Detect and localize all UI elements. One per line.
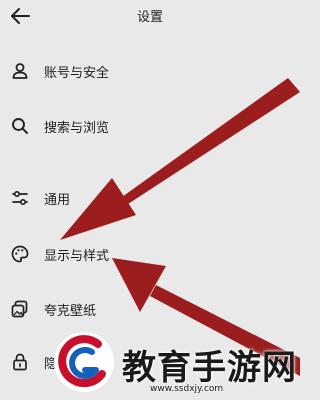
palette-icon: [11, 245, 29, 263]
person-icon: [12, 63, 28, 79]
page-title: 设置: [136, 10, 163, 25]
menu-item-account-security[interactable]: 账号与安全: [0, 53, 300, 89]
menu-item-general[interactable]: 通用: [0, 180, 300, 216]
menu-label-general: 通用: [44, 193, 71, 208]
header-bar: 设置: [0, 0, 300, 34]
watermark-site-url: www.ssdxjy.com: [150, 384, 224, 394]
settings-screen: 设置 账号与安全 搜索与浏览 通用 显示与样式 夸克壁纸 隐 教育手游网 www…: [0, 0, 300, 400]
menu-label-quark-wallpaper: 夸克壁纸: [44, 304, 97, 319]
menu-label-account-security: 账号与安全: [44, 66, 110, 81]
menu-label-privacy: 隐: [44, 357, 58, 372]
menu-label-display-style: 显示与样式: [44, 249, 110, 264]
menu-item-display-style[interactable]: 显示与样式: [0, 236, 300, 272]
wallpaper-icon: [11, 300, 28, 318]
menu-item-quark-wallpaper[interactable]: 夸克壁纸: [0, 291, 300, 327]
sliders-icon: [12, 190, 28, 206]
lock-icon: [13, 353, 27, 371]
search-icon: [12, 118, 28, 134]
menu-item-search-browse[interactable]: 搜索与浏览: [0, 108, 300, 144]
menu-label-search-browse: 搜索与浏览: [44, 121, 110, 136]
menu-item-privacy[interactable]: 隐: [0, 344, 300, 380]
